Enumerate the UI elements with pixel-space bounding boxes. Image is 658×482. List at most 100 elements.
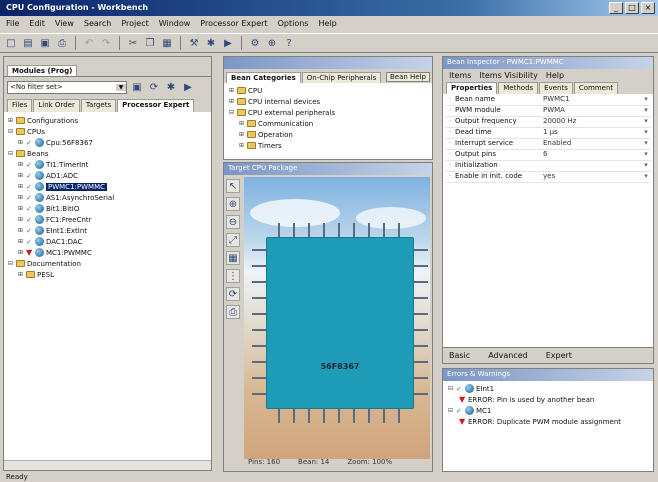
tree-item[interactable]: ⊞ ✓ PWMC1:PWMMC <box>7 181 208 192</box>
expand-icon[interactable]: ⊞ <box>228 87 235 94</box>
collapse-icon[interactable]: ⊟ <box>7 128 14 135</box>
expand-icon[interactable]: ⊞ <box>7 117 14 124</box>
minimize-button[interactable]: _ <box>609 2 623 14</box>
tree-item[interactable]: ⊞ ▼ MC1:PWMMC <box>7 247 208 258</box>
property-row[interactable]: · Bean name PWMC1 ▾ <box>445 95 651 106</box>
property-value[interactable]: PWMA <box>543 106 641 116</box>
property-row[interactable]: · Output frequency 20000 Hz ▾ <box>445 117 651 128</box>
expand-icon[interactable]: ⊞ <box>238 131 245 138</box>
expand-icon[interactable]: ⊞ <box>17 183 24 190</box>
zoom-in-icon[interactable]: ⊕ <box>226 197 240 211</box>
expand-icon[interactable]: ⊞ <box>228 98 235 105</box>
menu-help[interactable]: Help <box>318 19 336 29</box>
menu-options[interactable]: Options <box>278 19 309 29</box>
target-selector[interactable]: <No filter set> ▼ <box>7 80 127 94</box>
undo-icon[interactable]: ↶ <box>82 36 96 50</box>
inspector-menu-items-visibility[interactable]: Items Visibility <box>479 71 537 80</box>
tree-item[interactable]: ⊟ Documentation <box>7 258 208 269</box>
rotate-icon[interactable]: ⟳ <box>226 287 240 301</box>
print-icon[interactable]: ⎙ <box>55 36 69 50</box>
error-item[interactable]: ⊟ ✓ MC1 <box>447 405 649 416</box>
grid-icon[interactable]: ▦ <box>226 251 240 265</box>
menu-processor-expert[interactable]: Processor Expert <box>200 19 267 29</box>
tab-files[interactable]: Files <box>7 99 33 112</box>
expand-icon[interactable]: ⊞ <box>17 139 24 146</box>
property-row[interactable]: · Dead time 1 µs ▾ <box>445 128 651 139</box>
property-dropdown-icon[interactable]: ▾ <box>641 172 651 182</box>
tree-item[interactable]: ⊞ Communication <box>228 118 428 129</box>
property-row[interactable]: · Interrupt service Enabled ▾ <box>445 139 651 150</box>
tab-events[interactable]: Events <box>539 82 573 94</box>
tree-item[interactable]: ⊟ Beans <box>7 148 208 159</box>
zoom-out-icon[interactable]: ⊖ <box>226 215 240 229</box>
error-item[interactable]: ▼ ERROR: Pin is used by another bean <box>447 394 649 405</box>
property-value[interactable]: 6 <box>543 150 641 160</box>
expand-icon[interactable]: ⊞ <box>238 142 245 149</box>
make-icon[interactable]: ▣ <box>130 80 144 94</box>
property-value[interactable]: yes <box>543 172 641 182</box>
open-icon[interactable]: ▤ <box>21 36 35 50</box>
settings-icon[interactable]: ⚙ <box>248 36 262 50</box>
inspector-menu-items[interactable]: Items <box>449 71 471 80</box>
expand-icon[interactable]: ⊞ <box>17 216 24 223</box>
tree-item[interactable]: ⊞ Operation <box>228 129 428 140</box>
menu-search[interactable]: Search <box>84 19 111 29</box>
property-value[interactable]: 20000 Hz <box>543 117 641 127</box>
build-icon[interactable]: ⚒ <box>187 36 201 50</box>
paste-icon[interactable]: ▦ <box>160 36 174 50</box>
tree-item[interactable]: ⊞ PESL <box>7 269 208 280</box>
run-icon[interactable]: ▶ <box>181 80 195 94</box>
expand-icon[interactable]: ⊞ <box>17 194 24 201</box>
property-row[interactable]: · PWM module PWMA ▾ <box>445 106 651 117</box>
expand-icon[interactable]: ⊞ <box>17 161 24 168</box>
tree-item[interactable]: ⊞ Configurations <box>7 115 208 126</box>
property-row[interactable]: · Enable in init. code yes ▾ <box>445 172 651 183</box>
cpu-canvas[interactable]: 56F8367 <box>244 177 430 459</box>
level-tab-expert[interactable]: Expert <box>546 351 572 360</box>
tab-link-order[interactable]: Link Order <box>33 99 80 112</box>
property-value[interactable]: Enabled <box>543 139 641 149</box>
sync-icon[interactable]: ⟳ <box>147 80 161 94</box>
collapse-icon[interactable]: ⊟ <box>7 260 14 267</box>
tab-targets[interactable]: Targets <box>80 99 117 112</box>
tab-comment[interactable]: Comment <box>573 82 619 94</box>
level-tab-basic[interactable]: Basic <box>449 351 470 360</box>
run-icon[interactable]: ▶ <box>221 36 235 50</box>
project-tab[interactable]: Modules (Prog) <box>7 65 78 76</box>
debug-icon[interactable]: ✱ <box>204 36 218 50</box>
redo-icon[interactable]: ↷ <box>99 36 113 50</box>
debug-icon[interactable]: ✱ <box>164 80 178 94</box>
tab-properties[interactable]: Properties <box>446 82 498 94</box>
property-dropdown-icon[interactable]: ▾ <box>641 95 651 105</box>
collapse-icon[interactable]: ⊟ <box>447 385 454 392</box>
new-icon[interactable]: □ <box>4 36 18 50</box>
project-hscrollbar[interactable] <box>4 460 211 470</box>
expand-icon[interactable]: ⊞ <box>17 227 24 234</box>
save-icon[interactable]: ▣ <box>38 36 52 50</box>
property-dropdown-icon[interactable]: ▾ <box>641 128 651 138</box>
tree-item[interactable]: ⊞ Timers <box>228 140 428 151</box>
tree-item[interactable]: ⊞ ✓ FC1:FreeCntr <box>7 214 208 225</box>
level-tab-advanced[interactable]: Advanced <box>488 351 528 360</box>
property-dropdown-icon[interactable]: ▾ <box>641 161 651 171</box>
expand-icon[interactable]: ⊞ <box>17 205 24 212</box>
tree-item[interactable]: ⊞ ✓ AS1:AsynchroSerial <box>7 192 208 203</box>
expand-icon[interactable]: ⊞ <box>238 120 245 127</box>
pointer-icon[interactable]: ↖ <box>226 179 240 193</box>
property-row[interactable]: · Initialization ▾ <box>445 161 651 172</box>
tree-item[interactable]: ⊞ ✓ Cpu:56F8367 <box>7 137 208 148</box>
cut-icon[interactable]: ✂ <box>126 36 140 50</box>
expand-icon[interactable]: ⊞ <box>17 249 24 256</box>
expand-icon[interactable]: ⊞ <box>17 271 24 278</box>
menu-view[interactable]: View <box>55 19 74 29</box>
tree-item[interactable]: ⊟ CPU external peripherals <box>228 107 428 118</box>
tree-item[interactable]: ⊞ ✓ EInt1:ExtInt <box>7 225 208 236</box>
expand-icon[interactable]: ⊞ <box>17 238 24 245</box>
error-item[interactable]: ⊟ ✓ EInt1 <box>447 383 649 394</box>
cpu-chip[interactable]: 56F8367 <box>266 237 414 409</box>
maximize-button[interactable]: □ <box>625 2 639 14</box>
pins-icon[interactable]: ⋮ <box>226 269 240 283</box>
tree-item[interactable]: ⊞ CPU <box>228 85 428 96</box>
tab-on-chip-peripherals[interactable]: On-Chip Peripherals <box>301 71 382 83</box>
zoom-icon[interactable]: ⊕ <box>265 36 279 50</box>
